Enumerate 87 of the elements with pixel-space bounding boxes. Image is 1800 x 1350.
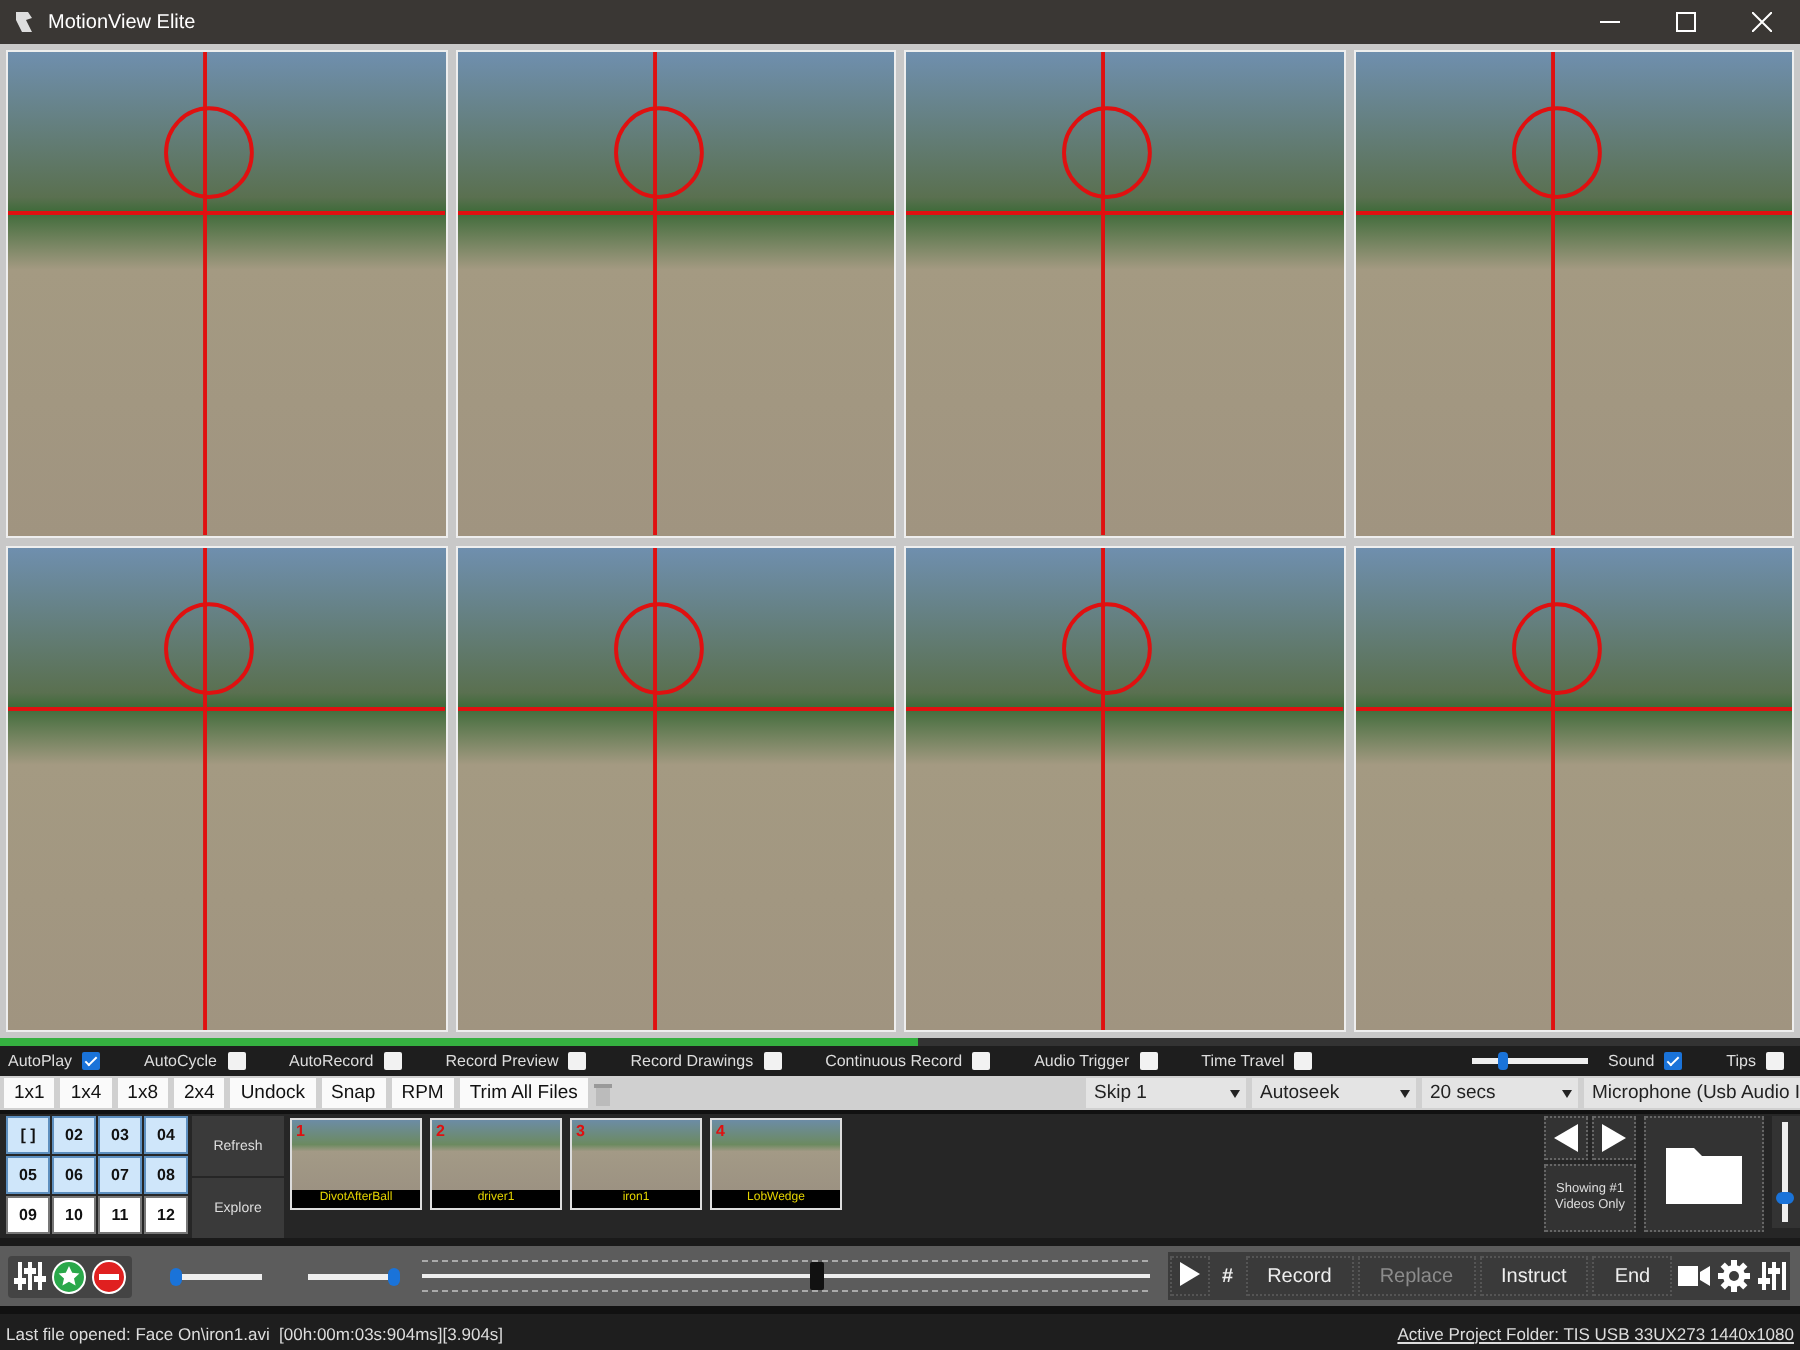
previous-button[interactable] (1544, 1116, 1588, 1160)
dropdown[interactable]: Autoseek (1252, 1078, 1416, 1108)
checkbox[interactable] (383, 1052, 402, 1070)
dropdown[interactable]: 20 secs (1422, 1078, 1578, 1108)
checkbox[interactable] (972, 1052, 991, 1070)
zoom-slider[interactable] (1772, 1116, 1800, 1228)
action-button[interactable]: End (1592, 1256, 1673, 1296)
option-label: AutoPlay (8, 1052, 73, 1070)
slot-button[interactable]: 12 (144, 1196, 188, 1234)
option-label: Record Drawings (630, 1052, 754, 1070)
slider[interactable] (174, 1273, 262, 1279)
project-folder-link[interactable]: Active Project Folder: TIS USB 33UX273 1440x1080 (1397, 1323, 1794, 1343)
close-icon (1752, 12, 1772, 32)
slot-button[interactable]: 09 (6, 1196, 50, 1234)
next-button[interactable] (1592, 1116, 1636, 1160)
thumbnail-number: 3 (576, 1122, 585, 1140)
timeline-thumb[interactable] (809, 1262, 824, 1290)
slot-button[interactable]: 03 (98, 1116, 142, 1154)
option-label: Record Preview (445, 1052, 559, 1070)
slider[interactable] (308, 1273, 396, 1279)
layout-button[interactable]: Trim All Files (459, 1078, 588, 1108)
checkbox[interactable] (227, 1052, 245, 1070)
checkbox[interactable] (82, 1052, 101, 1070)
thumbnail-number: 4 (716, 1122, 725, 1140)
slot-button[interactable]: 10 (52, 1196, 96, 1234)
photo-placeholder (572, 1120, 700, 1190)
folder-icon (1666, 1144, 1742, 1204)
slot-button[interactable]: [ ] (6, 1116, 50, 1154)
camera-icon[interactable] (1678, 1264, 1711, 1288)
status-message: Last file opened: Face On\iron1.avi [00h:00m:03s:904ms][3.904s] (6, 1323, 504, 1343)
layout-button[interactable]: 2x4 (173, 1078, 225, 1108)
app-icon (12, 10, 36, 34)
window-title: MotionView Elite (48, 11, 196, 33)
left-arrow-icon (1554, 1124, 1578, 1152)
dropdown[interactable]: Microphone (Usb Audio I (1584, 1078, 1800, 1108)
equalizer-icon[interactable] (1758, 1260, 1787, 1292)
option-label: Tips (1726, 1052, 1756, 1070)
option-label: Time Travel (1201, 1052, 1285, 1070)
checkbox[interactable] (1139, 1052, 1158, 1070)
slot-button[interactable]: 07 (98, 1156, 142, 1194)
layout-button[interactable]: 1x1 (4, 1078, 55, 1108)
checkbox[interactable] (763, 1052, 782, 1070)
play-icon (1180, 1261, 1200, 1285)
maximize-icon (1676, 12, 1696, 32)
checkbox[interactable] (1294, 1052, 1313, 1070)
checkbox[interactable] (568, 1052, 587, 1070)
option-label: Continuous Record (825, 1052, 963, 1070)
option-label: AutoCycle (144, 1052, 217, 1070)
equalizer-icon[interactable] (14, 1260, 46, 1292)
slot-button[interactable]: 11 (98, 1196, 142, 1234)
layout-button[interactable]: Snap (321, 1078, 386, 1108)
volume-slider[interactable] (1472, 1058, 1589, 1064)
thumbnail-number: 2 (436, 1122, 445, 1140)
slider-thumb[interactable] (1497, 1052, 1508, 1070)
action-button[interactable]: Instruct (1479, 1256, 1589, 1296)
slider-thumb[interactable] (387, 1267, 400, 1285)
caret-icon (1400, 1089, 1410, 1097)
thumbnail-number: 1 (296, 1122, 305, 1140)
layout-button[interactable]: RPM (391, 1078, 454, 1108)
slot-button[interactable]: 08 (144, 1156, 188, 1194)
open-folder-button[interactable] (1644, 1116, 1764, 1232)
slot-button[interactable]: 02 (52, 1116, 96, 1154)
checkbox[interactable] (1766, 1052, 1784, 1070)
slot-button[interactable]: 06 (52, 1156, 96, 1194)
action-button[interactable]: Record (1245, 1256, 1354, 1296)
caret-icon (1230, 1089, 1240, 1097)
slider-thumb[interactable] (170, 1267, 183, 1285)
right-arrow-icon (1602, 1124, 1626, 1152)
slot-button[interactable]: 05 (6, 1156, 50, 1194)
settings-icon[interactable] (1718, 1260, 1751, 1292)
slot-button[interactable]: 04 (144, 1116, 188, 1154)
play-button[interactable] (1170, 1256, 1210, 1296)
caret-icon (1562, 1089, 1572, 1097)
dropdown[interactable]: Skip 1 (1086, 1078, 1246, 1108)
layout-button[interactable]: 1x4 (60, 1078, 112, 1108)
option-label: Sound (1608, 1052, 1655, 1070)
photo-placeholder (292, 1120, 420, 1190)
layout-button[interactable]: Undock (230, 1078, 316, 1108)
photo-placeholder (712, 1120, 840, 1190)
stop-icon[interactable] (92, 1259, 126, 1293)
option-label: AutoRecord (289, 1052, 374, 1070)
checkbox[interactable] (1664, 1052, 1683, 1070)
frame-number-toggle[interactable]: # (1214, 1265, 1242, 1287)
option-label: Audio Trigger (1034, 1052, 1130, 1070)
photo-placeholder (432, 1120, 560, 1190)
slider-thumb[interactable] (1776, 1191, 1794, 1203)
layout-button[interactable]: 1x8 (117, 1078, 168, 1108)
